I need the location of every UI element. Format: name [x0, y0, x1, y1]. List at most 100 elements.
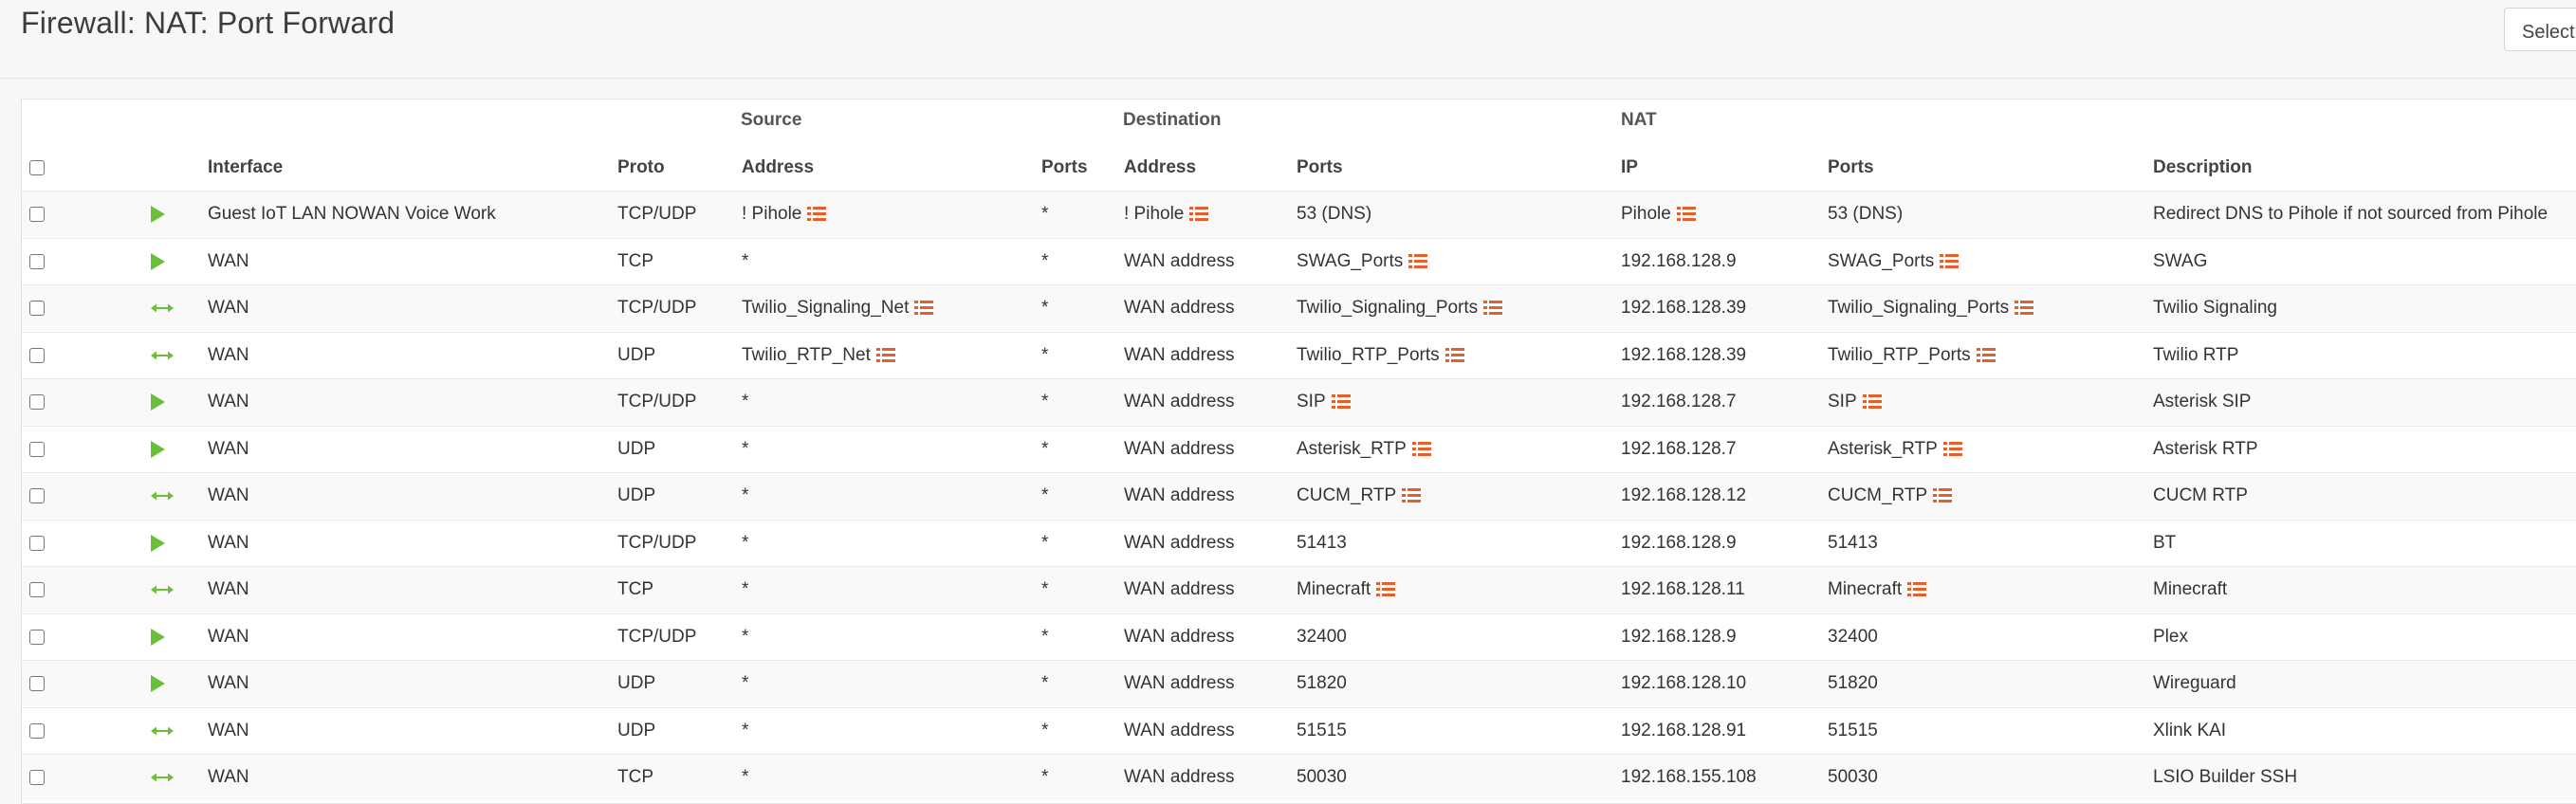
table-row[interactable]: WAN UDP * * WAN address 51515 192.168.128.91 51…: [22, 706, 2576, 754]
select-button[interactable]: Select: [2504, 8, 2576, 51]
cell-nat-ports: CUCM_RTP: [1828, 485, 1928, 505]
cell-destination-ports: Minecraft: [1297, 579, 1371, 599]
alias-list-icon[interactable]: [807, 207, 827, 222]
table-row[interactable]: WAN TCP/UDP * * WAN address 51413 192.168.128.…: [22, 519, 2576, 566]
double-arrow-icon[interactable]: [151, 772, 174, 783]
double-arrow-icon[interactable]: [151, 350, 174, 361]
cell-destination-address: WAN address: [1124, 298, 1235, 318]
row-checkbox[interactable]: [29, 770, 45, 785]
cell-destination-address: WAN address: [1124, 626, 1235, 647]
row-checkbox[interactable]: [29, 394, 45, 410]
play-triangle-icon[interactable]: [151, 393, 165, 411]
row-checkbox[interactable]: [29, 629, 45, 645]
row-checkbox[interactable]: [29, 722, 45, 739]
col-nat-ip[interactable]: IP: [1621, 144, 1638, 191]
table-row[interactable]: Guest IoT LAN NOWAN Voice Work TCP/UDP ! P…: [22, 191, 2576, 237]
cell-source-ports: *: [1041, 438, 1049, 459]
cell-source-ports: *: [1041, 485, 1049, 505]
alias-list-icon[interactable]: [1907, 582, 1927, 597]
alias-list-icon[interactable]: [914, 301, 934, 316]
alias-list-icon[interactable]: [1976, 347, 1996, 363]
alias-list-icon[interactable]: [1942, 441, 1962, 457]
cell-source-ports: *: [1041, 626, 1049, 647]
double-arrow-icon[interactable]: [151, 490, 174, 502]
row-checkbox[interactable]: [29, 253, 45, 269]
row-checkbox[interactable]: [29, 301, 45, 316]
table-row[interactable]: WAN TCP * * WAN address Minecraft 192.168.128.…: [22, 566, 2576, 612]
table-row[interactable]: WAN TCP/UDP Twilio_Signaling_Net * WAN addre…: [22, 284, 2576, 331]
play-triangle-icon[interactable]: [151, 675, 165, 692]
alias-list-icon[interactable]: [1189, 207, 1209, 222]
cell-interface: WAN: [208, 673, 249, 693]
cell-destination-ports: 50030: [1297, 767, 1347, 787]
play-triangle-icon[interactable]: [151, 252, 165, 270]
row-checkbox[interactable]: [29, 347, 45, 363]
select-all-checkbox[interactable]: [29, 159, 45, 175]
col-destination-address[interactable]: Address: [1124, 144, 1196, 191]
alias-list-icon[interactable]: [1483, 301, 1503, 316]
row-checkbox[interactable]: [29, 488, 45, 503]
alias-list-icon[interactable]: [1676, 207, 1696, 222]
col-source-address[interactable]: Address: [742, 144, 814, 191]
cell-source-ports: *: [1041, 250, 1049, 271]
cell-source-address: *: [742, 673, 749, 693]
col-destination-ports[interactable]: Ports: [1297, 144, 1343, 191]
table-row[interactable]: WAN TCP/UDP * * WAN address SIP 192.168.128.7 S…: [22, 378, 2576, 425]
table-header-row: Interface Proto Address Ports Address Po…: [22, 144, 2576, 192]
row-checkbox[interactable]: [29, 535, 45, 551]
double-arrow-icon[interactable]: [151, 302, 174, 314]
play-triangle-icon[interactable]: [151, 534, 165, 552]
cell-destination-address: WAN address: [1124, 485, 1235, 505]
play-triangle-icon[interactable]: [151, 206, 165, 223]
alias-list-icon[interactable]: [1408, 253, 1428, 269]
cell-destination-address: WAN address: [1124, 250, 1235, 271]
cell-nat-ip: 192.168.128.39: [1621, 344, 1747, 365]
alias-list-icon[interactable]: [875, 347, 895, 363]
alias-list-icon[interactable]: [1940, 253, 1960, 269]
table-row[interactable]: WAN TCP * * WAN address SWAG_Ports 192.168.128…: [22, 237, 2576, 284]
cell-destination-ports: 51820: [1297, 673, 1347, 693]
cell-proto: UDP: [617, 485, 656, 505]
cell-nat-ports: 53 (DNS): [1828, 204, 1904, 224]
alias-list-icon[interactable]: [1444, 347, 1464, 363]
table-row[interactable]: WAN UDP Twilio_RTP_Net * WAN address Twilio_R…: [22, 331, 2576, 378]
row-checkbox[interactable]: [29, 441, 45, 457]
col-proto[interactable]: Proto: [617, 144, 665, 191]
col-source-ports[interactable]: Ports: [1041, 144, 1088, 191]
table-row[interactable]: WAN TCP/UDP * * WAN address 32400 192.168.128.…: [22, 612, 2576, 660]
alias-list-icon[interactable]: [1376, 582, 1396, 597]
cell-destination-address: WAN address: [1124, 392, 1235, 411]
double-arrow-icon[interactable]: [151, 584, 174, 595]
cell-nat-ip: 192.168.128.10: [1621, 673, 1747, 693]
cell-destination-ports: 51515: [1297, 720, 1347, 740]
cell-destination-address: WAN address: [1124, 532, 1235, 553]
double-arrow-icon[interactable]: [151, 725, 174, 737]
cell-proto: TCP/UDP: [617, 298, 697, 318]
cell-destination-address: WAN address: [1124, 438, 1235, 459]
row-checkbox[interactable]: [29, 582, 45, 597]
cell-source-ports: *: [1041, 720, 1049, 740]
col-interface[interactable]: Interface: [208, 144, 283, 191]
cell-description: Wireguard: [2153, 673, 2236, 693]
cell-proto: TCP/UDP: [617, 204, 697, 224]
alias-list-icon[interactable]: [1862, 394, 1882, 410]
alias-list-icon[interactable]: [1411, 441, 1431, 457]
alias-list-icon[interactable]: [1331, 394, 1351, 410]
table-row[interactable]: WAN TCP * * WAN address 50030 192.168.155.108 5…: [22, 754, 2576, 800]
play-triangle-icon[interactable]: [151, 628, 165, 646]
row-checkbox[interactable]: [29, 676, 45, 691]
cell-destination-address: WAN address: [1124, 344, 1235, 365]
table-row[interactable]: WAN UDP * * WAN address Asterisk_RTP 192.168.1…: [22, 425, 2576, 472]
col-description[interactable]: Description: [2153, 144, 2253, 191]
cell-nat-ports: 51820: [1828, 673, 1878, 693]
table-row[interactable]: WAN UDP * * WAN address 51820 192.168.128.10 51…: [22, 660, 2576, 706]
col-nat-ports[interactable]: Ports: [1828, 144, 1874, 191]
table-row[interactable]: WAN UDP * * WAN address CUCM_RTP 192.168.128.1…: [22, 472, 2576, 519]
cell-description: CUCM RTP: [2153, 485, 2248, 505]
alias-list-icon[interactable]: [1402, 488, 1422, 503]
alias-list-icon[interactable]: [1933, 488, 1953, 503]
play-triangle-icon[interactable]: [151, 440, 165, 458]
alias-list-icon[interactable]: [2015, 301, 2034, 316]
cell-nat-ip: 192.168.128.91: [1621, 720, 1747, 740]
row-checkbox[interactable]: [29, 207, 45, 222]
